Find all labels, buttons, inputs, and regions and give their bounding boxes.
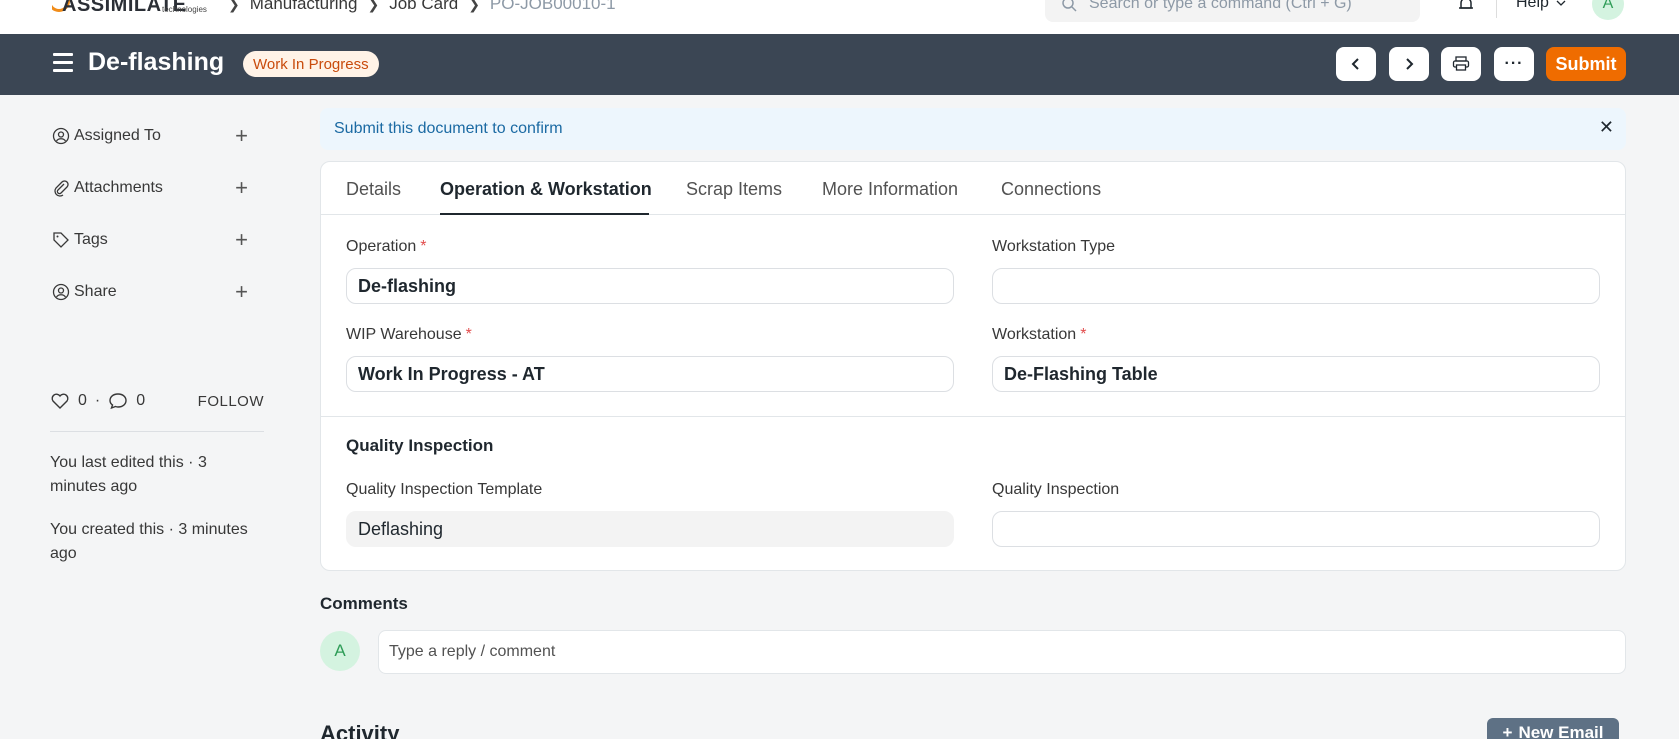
heart-icon[interactable] — [50, 392, 70, 410]
workstation-label-text: Workstation — [992, 326, 1077, 343]
close-icon[interactable]: ✕ — [1599, 117, 1614, 138]
alert-message: Submit this document to confirm — [334, 120, 563, 137]
status-badge: Work In Progress — [243, 51, 379, 77]
wip-warehouse-label: WIP Warehouse * — [346, 326, 472, 344]
paperclip-icon — [50, 177, 72, 199]
add-attachment-icon[interactable]: + — [235, 175, 248, 201]
comment-placeholder: Type a reply / comment — [389, 643, 556, 660]
active-tab-indicator — [440, 213, 649, 215]
operation-label-text: Operation — [346, 238, 417, 255]
share-user-icon — [50, 281, 72, 303]
help-menu[interactable]: Help — [1516, 0, 1567, 12]
ellipsis-icon: ··· — [1504, 55, 1524, 72]
social-bar: 0 · 0 FOLLOW — [50, 388, 264, 414]
notification-bell-icon[interactable] — [1456, 0, 1476, 14]
page-title: De-flashing — [88, 48, 225, 76]
more-actions-button[interactable]: ··· — [1494, 47, 1534, 81]
operation-field[interactable]: De-flashing — [346, 268, 954, 304]
chevron-right-icon: ❯ — [468, 0, 480, 12]
tab-operation-workstation[interactable]: Operation & Workstation — [440, 179, 652, 200]
section-divider — [321, 416, 1625, 417]
logo-subtext: technologies — [162, 5, 207, 14]
chevron-left-icon — [1351, 58, 1359, 70]
last-edited-info: You last edited this · 3 minutes ago — [50, 454, 207, 495]
tag-icon — [50, 229, 72, 251]
search-placeholder: Search or type a command (Ctrl + G) — [1089, 0, 1352, 12]
sidebar-item-assigned-to[interactable]: Assigned To + — [50, 110, 264, 162]
quality-inspection-section-title: Quality Inspection — [346, 436, 494, 455]
form-card: Details Operation & Workstation Scrap It… — [320, 161, 1626, 571]
separator-dot: · — [94, 392, 101, 409]
top-navbar: ASSIMILATE technologies ❯ Manufacturing … — [0, 0, 1679, 34]
comments-count: 0 — [136, 392, 146, 409]
sidebar-item-tags[interactable]: Tags + — [50, 214, 264, 266]
created-info: You created this · 3 minutes ago — [50, 521, 248, 562]
required-marker: * — [1080, 326, 1087, 343]
tab-more-information[interactable]: More Information — [822, 179, 958, 200]
quality-inspection-label: Quality Inspection — [992, 481, 1120, 498]
submit-alert: Submit this document to confirm ✕ — [320, 108, 1626, 150]
sidebar-item-label: Share — [74, 283, 117, 300]
search-icon — [1062, 0, 1077, 12]
company-logo[interactable]: ASSIMILATE technologies — [52, 0, 212, 16]
tab-details[interactable]: Details — [346, 179, 401, 200]
likes-count: 0 — [78, 392, 87, 409]
add-assignee-icon[interactable]: + — [235, 123, 248, 149]
follow-button[interactable]: FOLLOW — [198, 393, 264, 410]
wip-warehouse-field[interactable]: Work In Progress - AT — [346, 356, 954, 392]
print-button[interactable] — [1441, 47, 1481, 81]
workstation-label: Workstation * — [992, 326, 1086, 344]
chevron-right-icon: ❯ — [228, 0, 240, 12]
sidebar-item-attachments[interactable]: Attachments + — [50, 162, 264, 214]
chevron-right-icon — [1406, 58, 1414, 70]
next-document-button[interactable] — [1389, 47, 1429, 81]
workstation-field[interactable]: De-Flashing Table — [992, 356, 1600, 392]
navbar-divider — [1496, 0, 1497, 18]
form-tabs: Details Operation & Workstation Scrap It… — [321, 162, 1625, 215]
required-marker: * — [465, 326, 472, 343]
page-header: De-flashing Work In Progress ··· Submit — [0, 34, 1679, 95]
tab-scrap-items[interactable]: Scrap Items — [686, 179, 782, 200]
add-share-icon[interactable]: + — [235, 279, 248, 305]
breadcrumb: ❯ Manufacturing ❯ Job Card ❯ PO-JOB00010… — [228, 0, 616, 14]
comment-avatar: A — [320, 631, 360, 671]
printer-icon — [1452, 56, 1470, 71]
wip-warehouse-label-text: WIP Warehouse — [346, 326, 462, 343]
activity-title: Activity — [320, 721, 400, 739]
sidebar-item-share[interactable]: Share + — [50, 266, 264, 318]
qi-template-label: Quality Inspection Template — [346, 481, 543, 498]
chevron-right-icon: ❯ — [367, 0, 380, 12]
sidebar-item-label: Attachments — [74, 179, 163, 196]
submit-button[interactable]: Submit — [1546, 47, 1626, 81]
new-email-label: New Email — [1518, 723, 1604, 739]
breadcrumb-job-card[interactable]: Job Card — [389, 0, 458, 14]
quality-inspection-field[interactable] — [992, 511, 1600, 547]
plus-icon: + — [1502, 723, 1513, 739]
user-plus-icon — [50, 125, 72, 147]
sidebar-divider — [50, 431, 264, 432]
comments-title: Comments — [320, 594, 408, 613]
user-avatar[interactable]: A — [1592, 0, 1624, 20]
required-marker: * — [420, 238, 427, 255]
breadcrumb-manufacturing[interactable]: Manufacturing — [250, 0, 358, 14]
sidebar-item-label: Assigned To — [74, 127, 161, 144]
form-sidebar: Assigned To + Attachments + Tags + Share… — [50, 110, 264, 318]
previous-document-button[interactable] — [1336, 47, 1376, 81]
workstation-type-field[interactable] — [992, 268, 1600, 304]
operation-label: Operation * — [346, 238, 427, 256]
chevron-down-icon — [1556, 0, 1566, 6]
search-input[interactable]: Search or type a command (Ctrl + G) — [1045, 0, 1420, 22]
comment-icon[interactable] — [108, 392, 128, 410]
sidebar-item-label: Tags — [74, 231, 108, 248]
qi-template-field[interactable]: Deflashing — [346, 511, 954, 547]
help-label: Help — [1516, 0, 1549, 11]
tab-connections[interactable]: Connections — [1001, 179, 1101, 200]
new-email-button[interactable]: + New Email — [1487, 718, 1619, 739]
comment-input[interactable]: Type a reply / comment — [378, 630, 1626, 674]
breadcrumb-current[interactable]: PO-JOB00010-1 — [490, 0, 616, 14]
workstation-type-label: Workstation Type — [992, 238, 1116, 255]
add-tag-icon[interactable]: + — [235, 227, 248, 253]
hamburger-menu-icon[interactable] — [53, 53, 73, 73]
